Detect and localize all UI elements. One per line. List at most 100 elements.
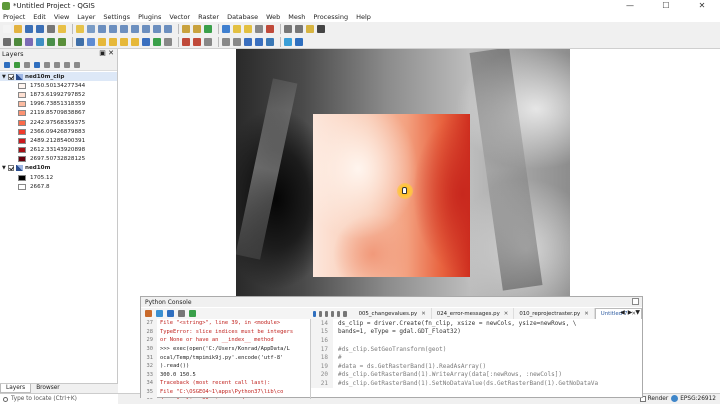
console-shell[interactable]: 27 File "<string>", line 39, in <module>… [141,319,311,399]
delete-icon[interactable] [193,37,201,46]
digitize-icon[interactable] [120,37,128,46]
filter-legend-icon[interactable] [44,61,50,68]
label-icon[interactable] [317,24,325,33]
open-script-icon[interactable] [319,310,323,317]
maximize-button[interactable]: ☐ [648,0,684,11]
zoom-in-icon[interactable] [98,24,106,33]
menu-help[interactable]: Help [356,13,371,21]
edit-icon[interactable] [131,37,139,46]
close-button[interactable]: ✕ [684,0,720,11]
editor-tab[interactable]: 010_reprojectraster.py ✕ [514,308,595,319]
menu-raster[interactable]: Raster [198,13,219,21]
menu-layer[interactable]: Layer [77,13,95,21]
measure-icon[interactable] [295,24,303,33]
add-csv-icon[interactable] [47,37,55,46]
tab-layers[interactable]: Layers [0,384,32,393]
zoom-next-icon[interactable] [164,24,172,33]
cut-icon[interactable] [204,37,212,46]
style-panel-icon[interactable] [4,61,10,68]
plugin-icon[interactable] [284,37,292,46]
close-tab-icon[interactable]: ✕ [421,311,426,317]
editor-tab[interactable]: 005_changevalues.py ✕ [354,308,432,319]
add-feature-icon[interactable] [153,37,161,46]
deselect-icon[interactable] [244,24,252,33]
layout-icon[interactable] [58,24,66,33]
filter-icon[interactable] [34,61,40,68]
new-icon[interactable] [3,24,11,33]
save-icon[interactable] [25,24,33,33]
clear-console-icon[interactable] [145,310,152,317]
comment-icon[interactable] [337,310,341,317]
menu-plugins[interactable]: Plugins [138,13,161,21]
crs-globe-icon[interactable] [671,395,679,402]
new-temp-layer-icon[interactable] [109,37,117,46]
show-bookmarks-icon[interactable] [193,24,201,33]
close-tab-icon[interactable]: ✕ [504,311,509,317]
panel-dock-controls[interactable]: ▣ ✕ [99,49,114,57]
statistics-icon[interactable] [284,24,292,33]
data-source-icon[interactable] [3,37,11,46]
help-icon[interactable] [295,37,303,46]
add-wms-icon[interactable] [87,37,95,46]
run-script-icon[interactable] [313,310,317,317]
zoom-out-icon[interactable] [109,24,117,33]
locator-search[interactable]: Type to locate (Ctrl+K) [0,393,118,404]
remove-layer-icon[interactable] [74,61,80,68]
new-layer-icon[interactable] [98,37,106,46]
eye-icon[interactable] [24,61,30,68]
save-script-icon[interactable] [325,310,329,317]
crs-label[interactable]: EPSG:26912 [680,396,716,402]
save-as-icon[interactable] [36,24,44,33]
menu-database[interactable]: Database [227,13,258,21]
console-float-button[interactable] [632,298,639,305]
redo-icon[interactable] [255,37,263,46]
move-feature-icon[interactable] [164,37,172,46]
object-inspector-icon[interactable] [343,310,347,317]
add-group-icon[interactable] [14,61,20,68]
code-editor[interactable]: 14 ds_clip = driver.Create(fn_clip, xsize… [311,319,642,399]
minimize-button[interactable]: — [612,0,648,11]
menu-settings[interactable]: Settings [103,13,130,21]
menu-processing[interactable]: Processing [313,13,348,21]
undo-icon[interactable] [244,37,252,46]
add-vector-icon[interactable] [14,37,22,46]
select-icon[interactable] [233,24,241,33]
print-icon[interactable] [47,24,55,33]
zoom-layer-icon[interactable] [142,24,150,33]
run-command-icon[interactable] [156,310,163,317]
add-raster-icon[interactable] [25,37,33,46]
menu-web[interactable]: Web [266,13,280,21]
settings-icon[interactable] [178,310,185,317]
help-icon[interactable] [189,310,196,317]
show-editor-icon[interactable] [167,310,174,317]
new-bookmark-icon[interactable] [182,24,190,33]
layer-row[interactable]: ▼ ned10m [0,164,117,173]
close-tab-icon[interactable]: ✕ [584,311,589,317]
menu-mesh[interactable]: Mesh [288,13,305,21]
zoom-last-icon[interactable] [153,24,161,33]
add-spatialite-icon[interactable] [58,37,66,46]
tab-browser[interactable]: Browser [31,384,65,393]
open-icon[interactable] [14,24,22,33]
annotation-icon[interactable] [306,24,314,33]
layer-visibility-checkbox[interactable] [8,165,14,172]
menu-vector[interactable]: Vector [169,13,190,21]
editor-tab[interactable]: 024_error-messages.py ✕ [432,308,515,319]
tab-next-icon[interactable]: ▶ [628,309,633,316]
identify-icon[interactable] [222,24,230,33]
save-edits-icon[interactable] [142,37,150,46]
zoom-selection-icon[interactable] [131,24,139,33]
pan-icon[interactable] [76,24,84,33]
expand-all-icon[interactable] [54,61,60,68]
paste-icon[interactable] [233,37,241,46]
layer-visibility-checkbox[interactable] [8,73,14,80]
zoom-full-icon[interactable] [120,24,128,33]
layer-row[interactable]: ▼ ned10m_clip [0,72,117,82]
find-icon[interactable] [331,310,335,317]
collapse-all-icon[interactable] [64,61,70,68]
node-tool-icon[interactable] [182,37,190,46]
tab-list-icon[interactable]: ▼ [635,309,640,316]
menu-view[interactable]: View [54,13,69,21]
attribute-table-icon[interactable] [255,24,263,33]
field-calc-icon[interactable] [266,24,274,33]
